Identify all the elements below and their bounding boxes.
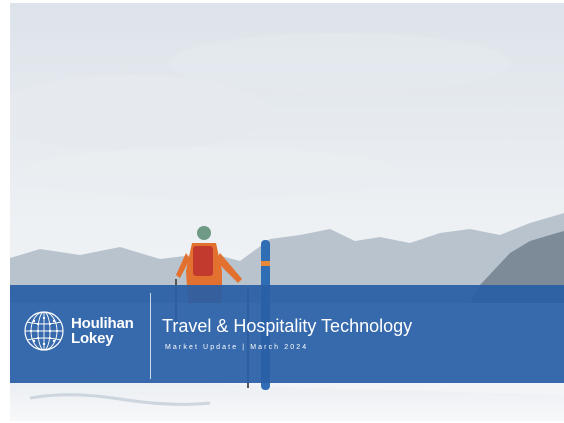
globe-dot-grid-icon (24, 311, 64, 351)
report-subtitle: Market Update | March 2024 (165, 344, 309, 351)
report-title: Travel & Hospitality Technology (162, 316, 413, 336)
logo-line-1: Houlihan (71, 315, 134, 332)
banner-divider (150, 293, 151, 379)
title-banner: Houlihan Lokey Travel & Hospitality Tech… (10, 285, 564, 383)
cover-slide: Houlihan Lokey Travel & Hospitality Tech… (10, 3, 564, 421)
company-logo: Houlihan Lokey (24, 311, 134, 351)
logo-wordmark: Houlihan Lokey (71, 316, 134, 346)
logo-line-2: Lokey (71, 330, 114, 347)
